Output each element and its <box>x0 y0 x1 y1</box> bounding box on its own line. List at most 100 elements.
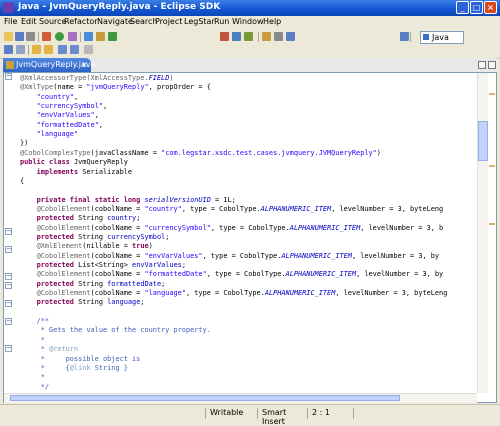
close-button[interactable]: × <box>484 1 497 14</box>
vertical-scrollbar[interactable] <box>477 73 488 393</box>
menu-legstar[interactable]: LegStar <box>184 17 215 26</box>
open-task-icon[interactable] <box>262 32 271 41</box>
code-line[interactable]: protected String formattedDate; <box>20 280 166 289</box>
open-perspective-icon[interactable] <box>400 32 409 41</box>
code-line[interactable]: protected String currencySymbol; <box>20 233 170 242</box>
last-edit-location-icon[interactable] <box>84 45 93 54</box>
fold-toggle-icon[interactable]: − <box>5 300 12 307</box>
overview-marker[interactable] <box>489 93 495 95</box>
fold-toggle-icon[interactable]: − <box>5 228 12 235</box>
code-line[interactable]: protected String country; <box>20 214 141 223</box>
menu-navigate[interactable]: Navigate <box>97 17 133 26</box>
external-tools-icon[interactable] <box>68 32 77 41</box>
code-line[interactable]: @XmlAccessorType(XmlAccessType.FIELD) <box>20 74 174 83</box>
code-line[interactable]: "currencySymbol", <box>20 102 108 111</box>
code-line[interactable]: @XmlType(name = "jvmQueryReply", propOrd… <box>20 83 211 92</box>
open-type-icon[interactable] <box>4 45 13 54</box>
code-line[interactable]: public class JvmQueryReply <box>20 158 128 167</box>
save-icon[interactable] <box>15 32 24 41</box>
code-line[interactable]: @CobolElement(cobolName = "formattedDate… <box>20 270 444 279</box>
code-line[interactable]: @XmlElement(nillable = true) <box>20 242 153 251</box>
code-token: ALPHANUMERIC_ITEM <box>281 251 352 260</box>
menu-refactor[interactable]: Refactor <box>64 17 98 26</box>
gear-icon[interactable] <box>244 32 253 41</box>
code-editor[interactable]: @XmlAccessorType(XmlAccessType.FIELD) @Xm… <box>20 74 474 402</box>
code-line[interactable]: "country", <box>20 93 79 102</box>
code-line[interactable]: { <box>20 177 24 186</box>
tab-close-icon[interactable]: × <box>81 60 88 69</box>
code-line[interactable]: * <box>20 336 45 345</box>
code-line[interactable]: protected List<String> envVarValues; <box>20 261 186 270</box>
minimize-editor-icon[interactable] <box>478 61 486 69</box>
menu-file[interactable]: File <box>4 17 17 26</box>
code-line[interactable]: * @return <box>20 345 78 354</box>
status-bar: Writable Smart Insert 2 : 1 <box>0 404 500 426</box>
tab-jvmqueryreply[interactable]: JvmQueryReply.java × <box>3 58 96 72</box>
code-line[interactable]: "envVarValues", <box>20 111 99 120</box>
maximize-button[interactable]: □ <box>470 1 483 14</box>
minimize-button[interactable]: _ <box>456 1 469 14</box>
java-perspective-button[interactable]: Java <box>420 31 464 44</box>
breakpoint-icon[interactable] <box>220 32 229 41</box>
code-token: * <box>40 373 45 382</box>
code-line[interactable]: "formattedDate", <box>20 121 103 130</box>
search-icon[interactable] <box>16 45 25 54</box>
new-java-project-icon[interactable] <box>84 32 93 41</box>
menu-search[interactable]: Search <box>130 17 157 26</box>
code-line[interactable]: */ <box>20 383 49 392</box>
code-line[interactable]: @CobolElement(cobolName = "currencySymbo… <box>20 224 444 233</box>
code-token: @XmlType <box>20 83 54 92</box>
menu-edit[interactable]: Edit <box>21 17 37 26</box>
highlight-icon[interactable] <box>286 32 295 41</box>
overview-marker[interactable] <box>489 165 495 167</box>
code-token: @XmlElement <box>36 242 83 251</box>
print-icon[interactable] <box>26 32 35 41</box>
fold-toggle-icon[interactable]: − <box>5 282 12 289</box>
fold-toggle-icon[interactable]: − <box>5 246 12 253</box>
menu-run[interactable]: Run <box>214 17 229 26</box>
code-line[interactable]: /** <box>20 317 49 326</box>
new-class-icon[interactable] <box>108 32 117 41</box>
new-icon[interactable] <box>4 32 13 41</box>
link-icon[interactable] <box>274 32 283 41</box>
fold-toggle-icon[interactable]: − <box>5 73 12 80</box>
overview-marker[interactable] <box>489 223 495 225</box>
code-line[interactable]: @CobolComplexType(javaClassName = "com.l… <box>20 149 381 158</box>
menu-source[interactable]: Source <box>39 17 66 26</box>
code-token: String <box>73 298 108 307</box>
new-package-icon[interactable] <box>96 32 105 41</box>
code-line[interactable]: protected String language; <box>20 298 145 307</box>
menu-help[interactable]: Help <box>263 17 281 26</box>
code-line[interactable]: * <box>20 373 45 382</box>
next-annotation-icon[interactable] <box>32 45 41 54</box>
code-line[interactable]: }) <box>20 139 28 148</box>
code-line[interactable]: * {@link String } <box>20 364 128 373</box>
debug-icon[interactable] <box>42 32 51 41</box>
code-line[interactable]: @CobolElement(cobolName = "language", ty… <box>20 289 448 298</box>
code-line[interactable]: private final static long serialVersionU… <box>20 196 236 205</box>
overview-ruler[interactable] <box>488 73 496 393</box>
menu-window[interactable]: Window <box>232 17 264 26</box>
code-line[interactable]: * Gets the value of the country property… <box>20 326 211 335</box>
toggle-mark-icon[interactable] <box>232 32 241 41</box>
forward-icon[interactable] <box>70 45 79 54</box>
code-line[interactable]: implements Serializable <box>20 168 132 177</box>
fold-toggle-icon[interactable]: − <box>5 345 12 352</box>
code-token: List<String> <box>73 261 133 269</box>
horizontal-scrollbar[interactable] <box>4 393 477 403</box>
menu-project[interactable]: Project <box>155 17 182 26</box>
fold-toggle-icon[interactable]: − <box>5 273 12 280</box>
run-icon[interactable] <box>55 32 64 41</box>
vertical-scroll-thumb[interactable] <box>478 121 488 161</box>
code-line[interactable]: @CobolElement(cobolName = "country", typ… <box>20 205 444 214</box>
code-line[interactable]: "language" <box>20 130 79 139</box>
previous-annotation-icon[interactable] <box>44 45 53 54</box>
back-icon[interactable] <box>58 45 67 54</box>
maximize-editor-icon[interactable] <box>488 61 496 69</box>
horizontal-scroll-thumb[interactable] <box>10 395 400 401</box>
fold-toggle-icon[interactable]: − <box>5 318 12 325</box>
code-line[interactable]: * possible object is <box>20 355 141 364</box>
code-line[interactable]: @CobolElement(cobolName = "envVarValues"… <box>20 252 439 261</box>
